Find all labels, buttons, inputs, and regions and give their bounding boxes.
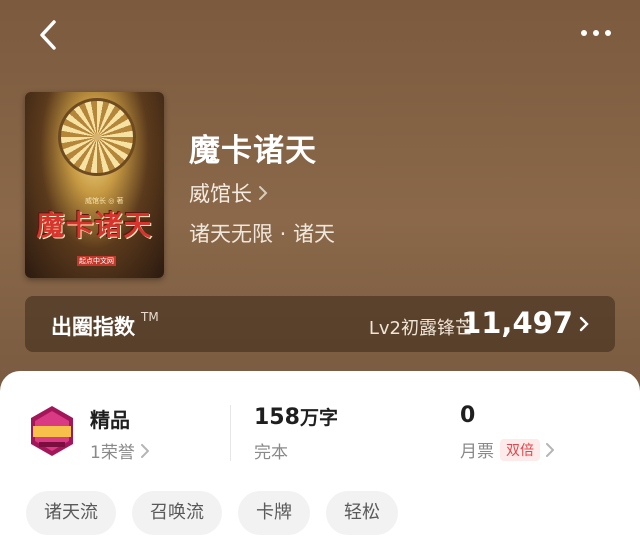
completion-status: 完本	[254, 443, 288, 463]
more-button[interactable]	[578, 18, 614, 48]
book-title: 魔卡诸天	[189, 133, 317, 169]
tag-chip[interactable]: 诸天流	[26, 491, 116, 535]
index-label: 出圈指数	[51, 315, 135, 339]
tag-chip[interactable]: 卡牌	[238, 491, 310, 535]
index-level: Lv2初露锋芒	[368, 318, 473, 339]
top-bar	[0, 0, 640, 70]
author-name: 威馆长	[189, 182, 252, 206]
tag-list: 诸天流 召唤流 卡牌 轻松	[26, 491, 398, 535]
book-genre: 诸天无限 · 诸天	[189, 222, 336, 246]
cover-title: 魔卡诸天	[36, 209, 153, 242]
index-value: 11,497	[461, 306, 573, 340]
tag-chip[interactable]: 轻松	[326, 491, 398, 535]
honor-link[interactable]: 1荣誉	[90, 438, 149, 463]
cover-art	[58, 98, 136, 176]
cover-publisher: 起点中文网	[77, 256, 116, 266]
stat-divider	[230, 405, 231, 461]
premium-badge-icon	[27, 404, 77, 458]
monthly-ticket-count: 0	[460, 403, 476, 428]
chevron-right-icon	[259, 186, 268, 200]
tag-chip[interactable]: 召唤流	[132, 491, 222, 535]
word-count-unit: 万字	[299, 407, 338, 429]
back-button[interactable]	[34, 18, 64, 52]
author-link[interactable]: 威馆长	[189, 178, 268, 208]
chevron-right-icon	[546, 442, 554, 457]
info-sheet: 精品 1荣誉 158万字 完本 0 月票 双倍 诸天流 召唤流 卡牌 轻松	[0, 371, 640, 550]
double-badge: 双倍	[500, 438, 540, 461]
chevron-right-icon	[579, 316, 589, 332]
chevron-right-icon	[140, 443, 149, 458]
chevron-left-icon	[40, 20, 56, 50]
monthly-ticket-link[interactable]: 月票 双倍	[460, 437, 554, 462]
monthly-ticket-label: 月票	[460, 442, 494, 462]
honor-title: 精品	[90, 408, 130, 432]
more-dots-icon	[581, 30, 611, 36]
popularity-index-bar[interactable]: 出圈指数 TM Lv2初露锋芒 11,497	[25, 296, 615, 352]
honor-count: 1荣誉	[90, 443, 135, 463]
word-count: 158万字	[254, 403, 338, 430]
book-cover[interactable]: 威馆长 ◎ 著 魔卡诸天 起点中文网	[25, 92, 164, 278]
trademark-mark: TM	[141, 310, 159, 324]
word-count-number: 158	[254, 405, 300, 430]
